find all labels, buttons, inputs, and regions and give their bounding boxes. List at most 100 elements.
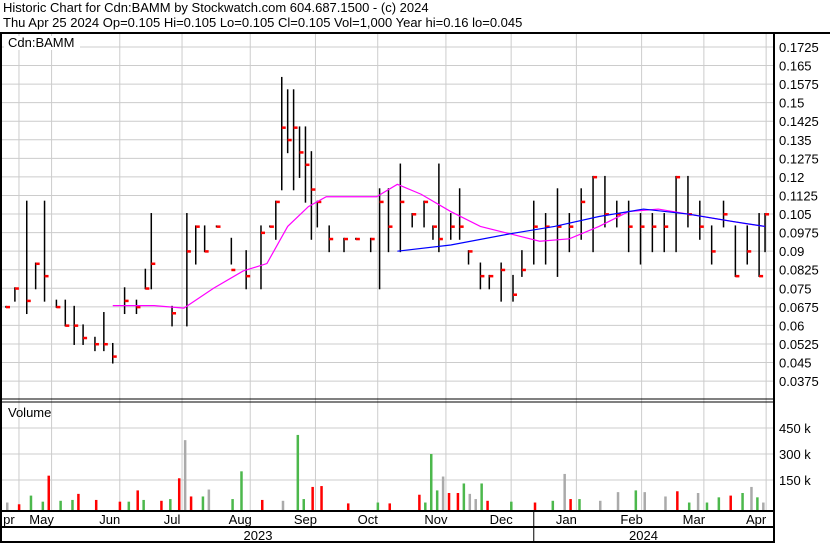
volume-bar	[468, 493, 472, 510]
close-tick	[186, 250, 191, 253]
close-tick	[26, 299, 31, 303]
close-tick	[195, 225, 200, 228]
close-tick	[735, 274, 740, 278]
close-tick	[311, 188, 316, 191]
volume-bar	[429, 454, 433, 510]
volume-tick-label: 450 k	[779, 421, 811, 436]
close-tick	[370, 237, 375, 241]
volume-bar	[281, 500, 285, 510]
volume-bar	[480, 483, 483, 510]
price-tick-label: 0.0525	[779, 337, 819, 352]
price-tick-label: 0.12	[779, 170, 804, 185]
volume-bar	[676, 491, 679, 510]
volume-tick-label: 300 k	[779, 447, 811, 462]
close-tick	[94, 342, 99, 346]
close-tick	[124, 299, 129, 303]
close-tick	[172, 312, 177, 315]
close-tick	[699, 225, 704, 228]
close-tick	[74, 324, 79, 327]
close-tick	[664, 225, 669, 228]
close-tick	[44, 274, 49, 278]
price-tick-label: 0.045	[779, 356, 812, 371]
volume-bar	[616, 492, 620, 510]
price-tick-label: 0.1425	[779, 114, 819, 129]
volume-bar	[563, 473, 566, 510]
close-tick	[480, 274, 485, 278]
close-tick	[759, 274, 764, 278]
volume-tick-label: 150 k	[779, 473, 811, 488]
volume-bar	[207, 489, 211, 510]
close-tick	[329, 237, 334, 241]
volume-bar	[177, 478, 181, 510]
close-tick	[6, 305, 10, 309]
month-label: pr	[3, 512, 15, 527]
volume-bar	[569, 499, 572, 510]
close-tick	[513, 293, 518, 296]
close-tick	[379, 200, 384, 204]
month-label: Feb	[620, 512, 642, 527]
volume-bar	[664, 496, 667, 510]
volume-bar	[486, 500, 489, 510]
price-tick-label: 0.1575	[779, 77, 819, 92]
volume-bar	[435, 490, 439, 510]
close-tick	[355, 237, 360, 241]
close-tick	[204, 250, 209, 253]
month-label: Nov	[424, 512, 448, 527]
chart-svg: Cdn:BAMM Volume 0.1725 0.165 0.1575 0.15 0.1…	[0, 32, 830, 543]
close-tick	[468, 250, 473, 253]
close-tick	[450, 225, 455, 228]
close-tick	[676, 175, 681, 179]
price-tick-label: 0.0975	[779, 226, 819, 241]
volume-bar	[687, 502, 691, 510]
volume-bar	[598, 500, 602, 510]
close-tick	[432, 225, 437, 228]
close-tick	[533, 225, 538, 228]
volume-bar	[302, 499, 305, 510]
close-tick	[711, 250, 716, 253]
close-tick	[640, 225, 645, 228]
volume-bar	[729, 495, 732, 510]
volume-bar	[59, 500, 62, 510]
volume-bar	[578, 499, 581, 510]
volume-bar	[41, 501, 45, 510]
volume-bar	[201, 496, 205, 510]
volume-bar	[231, 499, 234, 510]
volume-bar	[6, 502, 9, 510]
month-label: Apr	[746, 512, 767, 527]
volume-bar	[643, 492, 646, 510]
close-tick	[459, 225, 464, 228]
close-tick	[65, 324, 70, 327]
close-tick	[628, 225, 633, 228]
close-tick	[747, 250, 752, 253]
close-tick	[83, 336, 88, 340]
price-tick-label: 0.0375	[779, 374, 819, 389]
close-tick	[765, 213, 770, 216]
close-tick	[521, 268, 526, 272]
month-label: May	[29, 512, 54, 527]
volume-bar	[750, 486, 753, 510]
price-tick-label: 0.135	[779, 133, 812, 148]
volume-bar	[160, 500, 163, 510]
close-tick	[103, 342, 108, 346]
close-tick	[489, 274, 494, 278]
close-tick	[14, 287, 19, 290]
volume-bar	[447, 493, 451, 510]
close-tick	[293, 126, 298, 129]
close-tick	[438, 237, 443, 241]
close-tick	[501, 268, 506, 272]
volume-bar	[296, 434, 300, 510]
close-tick	[269, 225, 274, 228]
month-label: Jan	[556, 512, 577, 527]
close-tick	[424, 200, 429, 204]
volume-bar	[533, 502, 537, 510]
volume-bar	[118, 501, 122, 510]
volume-panel-label: Volume	[8, 405, 51, 420]
volume-bar	[29, 495, 33, 510]
price-tick-label: 0.0675	[779, 300, 819, 315]
price-tick-label: 0.075	[779, 281, 812, 296]
volume-bar	[551, 500, 555, 510]
chart-window: Historic Chart for Cdn:BAMM by Stockwatc…	[0, 0, 830, 543]
price-tick-label: 0.06	[779, 318, 804, 333]
price-tick-label: 0.165	[779, 59, 812, 74]
close-tick	[216, 225, 221, 228]
